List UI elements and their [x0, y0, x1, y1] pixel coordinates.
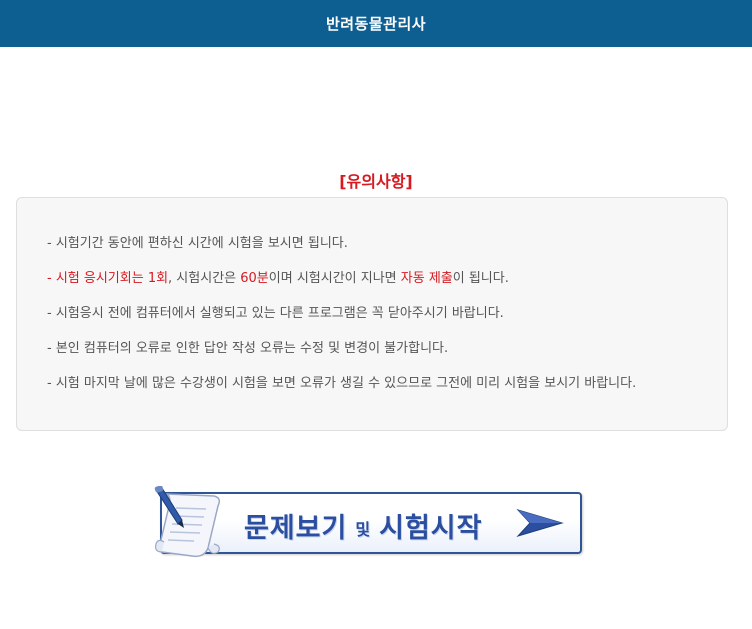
view-questions-label: 문제보기: [244, 512, 348, 544]
notice-item-text: , 시험시간은: [168, 271, 241, 286]
start-exam-label: 시험시작: [379, 512, 483, 544]
notice-title: [유의사항]: [339, 172, 413, 191]
pen-paper-icon: [152, 485, 238, 562]
conjunction-label: 및: [355, 520, 372, 539]
notice-item-text: 이 됩니다.: [452, 271, 509, 286]
notice-item-prefix: -: [47, 271, 56, 286]
notice-box: - 시험기간 동안에 편하신 시간에 시험을 보시면 됩니다. - 시험 응시기…: [16, 197, 728, 431]
notice-list: - 시험기간 동안에 편하신 시간에 시험을 보시면 됩니다. - 시험 응시기…: [17, 198, 727, 409]
notice-item: - 시험 마지막 날에 많은 수강생이 시험을 보면 오류가 생길 수 있으므로…: [47, 376, 637, 391]
header-bar: 반려동물관리사: [0, 0, 752, 47]
notice-item-text: 이며 시험시간이 지나면: [268, 271, 401, 286]
notice-item: - 본인 컴퓨터의 오류로 인한 답안 작성 오류는 수정 및 변경이 불가합니…: [47, 341, 449, 356]
arrow-right-icon: [516, 508, 564, 538]
notice-item: - 시험응시 전에 컴퓨터에서 실행되고 있는 다른 프로그램은 꼭 닫아주시기…: [47, 306, 504, 321]
page-title: 반려동물관리사: [325, 15, 427, 33]
notice-item: - 시험 응시기회는 1회, 시험시간은 60분이며 시험시간이 지나면 자동 …: [47, 269, 727, 304]
start-exam-button[interactable]: 문제보기 및 시험시작: [152, 485, 586, 562]
auto-submit-highlight: 자동 제출: [400, 271, 453, 286]
notice-item: - 시험기간 동안에 편하신 시간에 시험을 보시면 됩니다.: [47, 236, 348, 251]
start-exam-button-label[interactable]: 문제보기 및 시험시작: [244, 505, 482, 545]
duration-highlight: 60분: [240, 271, 269, 286]
attempts-highlight: 시험 응시기회는 1회: [55, 271, 169, 286]
